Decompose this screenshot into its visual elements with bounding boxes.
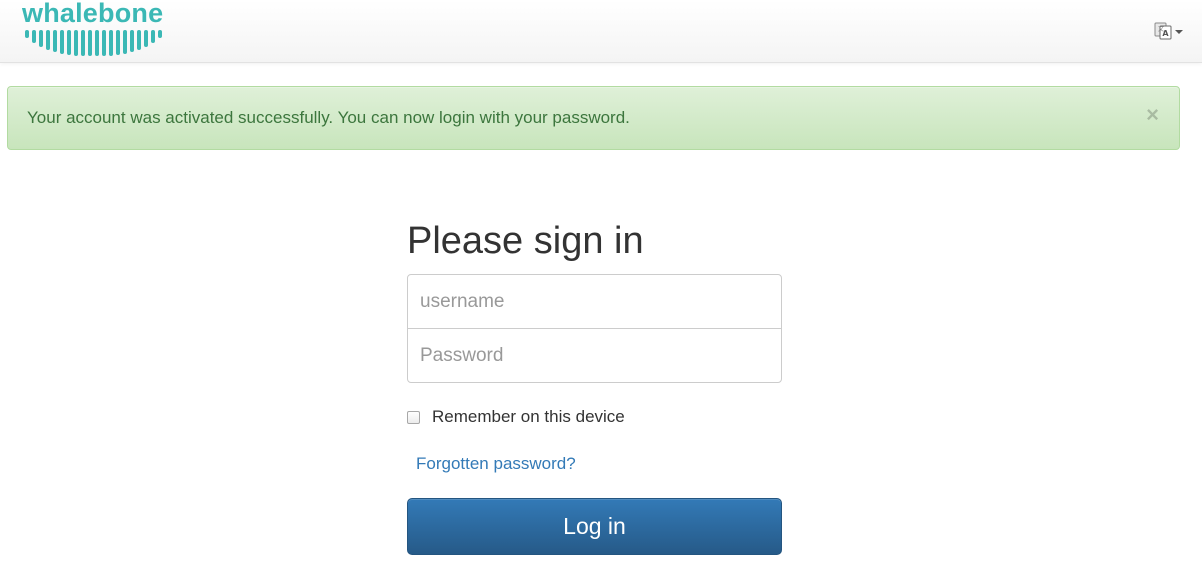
username-input[interactable] [407,274,782,329]
whalebone-logo[interactable]: whalebone [22,0,172,60]
top-navbar: whalebone A 文 [0,0,1202,63]
forgot-password-link[interactable]: Forgotten password? [416,454,576,474]
brand-name: whalebone [22,0,164,28]
success-alert: Your account was activated successfully.… [7,86,1180,150]
remember-checkbox[interactable] [407,410,420,424]
logo-bars-icon [25,30,162,56]
remember-device-option[interactable]: Remember on this device [407,407,625,427]
signin-form: Please sign in Remember on this device F… [407,216,782,555]
caret-down-icon [1175,30,1183,34]
svg-text:文: 文 [1158,25,1164,33]
login-button[interactable]: Log in [407,498,782,555]
language-icon: A 文 [1154,22,1183,40]
close-icon[interactable]: × [1146,104,1159,126]
password-input[interactable] [407,328,782,383]
alert-message: Your account was activated successfully.… [27,108,630,127]
language-dropdown[interactable]: A 文 [1154,21,1186,41]
remember-label: Remember on this device [432,407,625,426]
page-title: Please sign in [407,220,644,262]
